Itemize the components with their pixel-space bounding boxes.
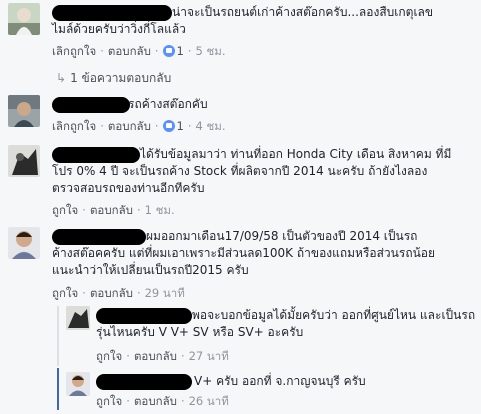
redacted-name[interactable] xyxy=(96,374,192,390)
avatar[interactable] xyxy=(8,145,40,177)
thread-line-active xyxy=(57,368,59,410)
avatar[interactable] xyxy=(66,372,90,396)
comment-actions: ถูกใจ · ตอบกลับ · 1 ชม. xyxy=(52,203,175,217)
reply-text: พอจะบอกข้อมูลได้มั้ยครับว่า ออกที่ศูนย์ไ… xyxy=(96,308,476,339)
like-link[interactable]: ถูกใจ xyxy=(52,286,78,300)
comment-text: น่าจะเป็นรถยนต์เก่าค้างสต๊อกครับ...ลองสื… xyxy=(52,5,434,36)
like-link[interactable]: ถูกใจ xyxy=(96,349,122,363)
timestamp[interactable]: 1 ชม. xyxy=(145,203,175,217)
like-count[interactable]: 1 xyxy=(177,119,184,133)
timestamp[interactable]: 5 ชม. xyxy=(196,44,226,58)
avatar[interactable] xyxy=(8,227,40,259)
like-icon xyxy=(162,45,175,57)
comment-actions: เลิกถูกใจ · ตอบกลับ · 1 · 4 ชม. xyxy=(52,119,226,133)
like-link[interactable]: ถูกใจ xyxy=(96,394,122,408)
comment-actions: ถูกใจ · ตอบกลับ · 29 นาที xyxy=(52,286,185,300)
timestamp[interactable]: 29 นาที xyxy=(145,286,185,300)
reply-link[interactable]: ตอบกลับ xyxy=(134,394,177,408)
like-link[interactable]: ถูกใจ xyxy=(52,203,78,217)
unlike-link[interactable]: เลิกถูกใจ xyxy=(52,44,96,58)
reply-link[interactable]: ตอบกลับ xyxy=(90,203,133,217)
reply-actions: ถูกใจ · ตอบกลับ · 27 นาที xyxy=(96,349,229,363)
view-replies-link[interactable]: ↳ 1 ข้อความตอบกลับ xyxy=(56,69,171,88)
reply-arrow-icon: ↳ xyxy=(56,71,67,85)
comment-text: รถค้างสต๊อกคับ xyxy=(128,97,208,111)
timestamp[interactable]: 27 นาที xyxy=(189,349,229,363)
avatar[interactable] xyxy=(66,306,90,330)
comment-text: ได้รับข้อมูลมาว่า ท่านที่ออก Honda City … xyxy=(52,147,452,195)
reply-link[interactable]: ตอบกลับ xyxy=(108,44,151,58)
redacted-name[interactable] xyxy=(52,97,130,113)
reply-link[interactable]: ตอบกลับ xyxy=(134,349,177,363)
comment-text: ผมออกมาเดือน17/09/58 เป็นตัวของปี 2014 เ… xyxy=(52,229,436,277)
reply-text: V+ ครับ ออกที่ จ.กาญจนบุรี ครับ xyxy=(194,374,366,388)
timestamp[interactable]: 26 นาที xyxy=(189,394,229,408)
reply-link[interactable]: ตอบกลับ xyxy=(90,286,133,300)
avatar[interactable] xyxy=(8,3,40,35)
timestamp[interactable]: 4 ชม. xyxy=(196,119,226,133)
reply-link[interactable]: ตอบกลับ xyxy=(108,119,151,133)
like-count[interactable]: 1 xyxy=(177,44,184,58)
like-icon xyxy=(162,120,175,132)
unlike-link[interactable]: เลิกถูกใจ xyxy=(52,119,96,133)
avatar[interactable] xyxy=(8,95,40,127)
thread-line xyxy=(57,306,59,366)
reply-actions: ถูกใจ · ตอบกลับ · 26 นาที xyxy=(96,394,229,408)
comment-actions: เลิกถูกใจ · ตอบกลับ · 1 · 5 ชม. xyxy=(52,44,226,58)
